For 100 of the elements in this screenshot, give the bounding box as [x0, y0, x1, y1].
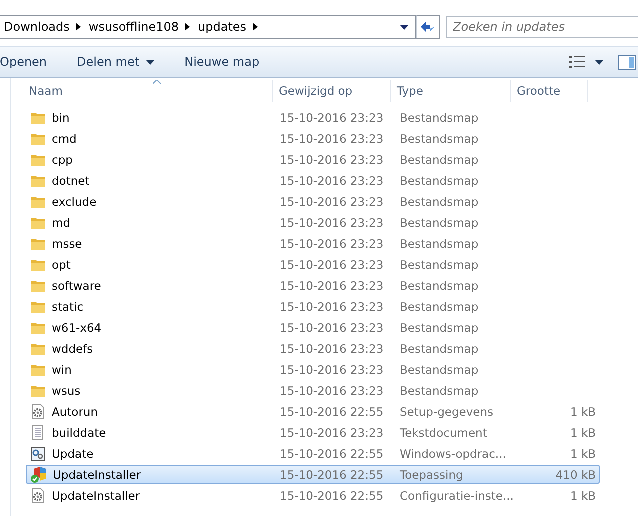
installer-icon	[30, 466, 47, 482]
file-name: cpp	[52, 152, 73, 166]
file-row[interactable]: exclude 15-10-2016 23:23 Bestandsmap	[26, 192, 600, 211]
folder-icon	[30, 132, 46, 146]
breadcrumb[interactable]: updates	[198, 20, 247, 34]
file-name: w61-x64	[52, 320, 102, 334]
chevron-icon[interactable]	[252, 23, 258, 31]
file-size: 410 kB	[554, 468, 596, 482]
file-name: wddefs	[52, 342, 94, 356]
file-name: win	[52, 362, 72, 376]
refresh-icon[interactable]	[419, 20, 437, 34]
modified-date: 15-10-2016 23:23	[280, 300, 385, 314]
preview-pane-icon[interactable]	[618, 54, 636, 70]
file-row[interactable]: win 15-10-2016 23:23 Bestandsmap	[26, 360, 600, 379]
file-name: opt	[52, 258, 71, 272]
file-row[interactable]: dotnet 15-10-2016 23:23 Bestandsmap	[26, 171, 600, 190]
column-header[interactable]: Type	[391, 80, 511, 102]
folder-icon	[30, 278, 46, 292]
file-name: bin	[52, 110, 70, 124]
modified-date: 15-10-2016 23:23	[280, 258, 385, 272]
chevron-icon[interactable]	[76, 23, 81, 31]
folder-icon	[30, 110, 46, 124]
file-type: Bestandsmap	[400, 362, 480, 376]
dropdown-caret-icon[interactable]	[400, 24, 409, 30]
file-size: 1 kB	[569, 404, 596, 418]
folder-icon	[30, 320, 46, 334]
file-size: 1 kB	[569, 426, 596, 440]
file-row[interactable]: builddate 15-10-2016 23:23 Tekstdocument 1 kB	[26, 423, 600, 442]
file-row[interactable]: wddefs 15-10-2016 23:23 Bestandsmap	[26, 339, 600, 358]
file-type: Toepassing	[400, 468, 464, 482]
column-header[interactable]: Grootte	[511, 80, 588, 102]
file-type: Bestandsmap	[400, 320, 480, 334]
file-row[interactable]: static 15-10-2016 23:23 Bestandsmap	[26, 297, 600, 316]
folder-icon	[30, 300, 46, 314]
file-type: Setup-gegevens	[400, 404, 495, 418]
modified-date: 15-10-2016 23:23	[280, 320, 385, 334]
view-options-icon[interactable]	[569, 56, 585, 68]
toolbar-button[interactable]: Delen met	[69, 51, 163, 73]
file-type: Bestandsmap	[400, 278, 480, 292]
file-row[interactable]: software 15-10-2016 23:23 Bestandsmap	[26, 276, 600, 295]
file-type: Windows-opdrac...	[400, 446, 508, 460]
file-row[interactable]: Autorun 15-10-2016 22:55 Setup-gegevens 1 kB	[26, 402, 600, 421]
modified-date: 15-10-2016 23:23	[280, 194, 385, 208]
dropdown-caret-icon[interactable]	[595, 60, 604, 64]
gear-document-icon	[30, 488, 46, 504]
folder-icon	[30, 216, 46, 230]
folder-icon	[30, 362, 46, 376]
modified-date: 15-10-2016 23:23	[280, 132, 385, 146]
toolbar-button[interactable]: Openen	[0, 51, 56, 73]
file-name: UpdateInstaller	[53, 468, 142, 482]
file-type: Tekstdocument	[400, 426, 488, 440]
file-name: dotnet	[52, 174, 90, 188]
file-name: exclude	[52, 194, 97, 208]
file-type: Bestandsmap	[400, 132, 480, 146]
file-name: wsus	[52, 384, 81, 398]
file-row[interactable]: w61-x64 15-10-2016 23:23 Bestandsmap	[26, 318, 600, 337]
file-type: Bestandsmap	[400, 174, 480, 188]
gear-document-icon	[30, 404, 46, 420]
modified-date: 15-10-2016 23:23	[280, 236, 385, 250]
modified-date: 15-10-2016 22:55	[280, 468, 385, 482]
file-type: Bestandsmap	[400, 236, 480, 250]
file-name: md	[52, 216, 71, 230]
breadcrumb[interactable]: wsusoffline108	[88, 20, 179, 34]
file-row[interactable]: cpp 15-10-2016 23:23 Bestandsmap	[26, 150, 600, 169]
address-bar[interactable]: Downloads wsusoffline108 updates	[0, 15, 416, 39]
file-row[interactable]: bin 15-10-2016 23:23 Bestandsmap	[26, 108, 600, 127]
column-header[interactable]: Gewijzigd op	[273, 80, 391, 102]
caret-icon[interactable]	[146, 60, 155, 64]
modified-date: 15-10-2016 22:55	[280, 404, 385, 418]
chevron-icon[interactable]	[185, 23, 190, 31]
file-size: 1 kB	[569, 488, 596, 502]
column-header[interactable]: Naam	[11, 80, 273, 102]
modified-date: 15-10-2016 23:23	[280, 278, 385, 292]
modified-date: 15-10-2016 23:23	[280, 110, 385, 124]
file-type: Bestandsmap	[400, 152, 480, 166]
file-row[interactable]: opt 15-10-2016 23:23 Bestandsmap	[26, 255, 600, 274]
modified-date: 15-10-2016 22:55	[280, 446, 385, 460]
search-field[interactable]: Zoeken in updates	[446, 16, 638, 38]
file-type: Bestandsmap	[400, 384, 480, 398]
file-name: static	[52, 300, 84, 314]
modified-date: 15-10-2016 23:23	[280, 174, 385, 188]
breadcrumb[interactable]: Downloads	[4, 20, 70, 34]
file-type: Configuratie-inste...	[400, 488, 515, 502]
modified-date: 15-10-2016 23:23	[280, 152, 385, 166]
file-name: software	[52, 278, 102, 292]
folder-icon	[30, 384, 46, 398]
file-row[interactable]: md 15-10-2016 23:23 Bestandsmap	[26, 213, 600, 232]
modified-date: 15-10-2016 23:23	[280, 216, 385, 230]
toolbar-button[interactable]: Nieuwe map	[176, 51, 268, 73]
file-row[interactable]: Update 15-10-2016 22:55 Windows-opdrac... 1 kB	[26, 444, 600, 463]
file-row[interactable]: UpdateInstaller 15-10-2016 22:55 Configuratie-inste... 1 kB	[26, 486, 600, 505]
file-size: 1 kB	[569, 446, 596, 460]
file-name: msse	[52, 236, 82, 250]
refresh-button[interactable]	[416, 15, 440, 39]
file-row[interactable]: wsus 15-10-2016 23:23 Bestandsmap	[26, 381, 600, 400]
file-row[interactable]: cmd 15-10-2016 23:23 Bestandsmap	[26, 129, 600, 148]
file-name: cmd	[52, 132, 77, 146]
folder-icon	[30, 174, 46, 188]
file-row[interactable]: UpdateInstaller 15-10-2016 22:55 Toepassing 410 kB	[26, 465, 600, 484]
file-row[interactable]: msse 15-10-2016 23:23 Bestandsmap	[26, 234, 600, 253]
